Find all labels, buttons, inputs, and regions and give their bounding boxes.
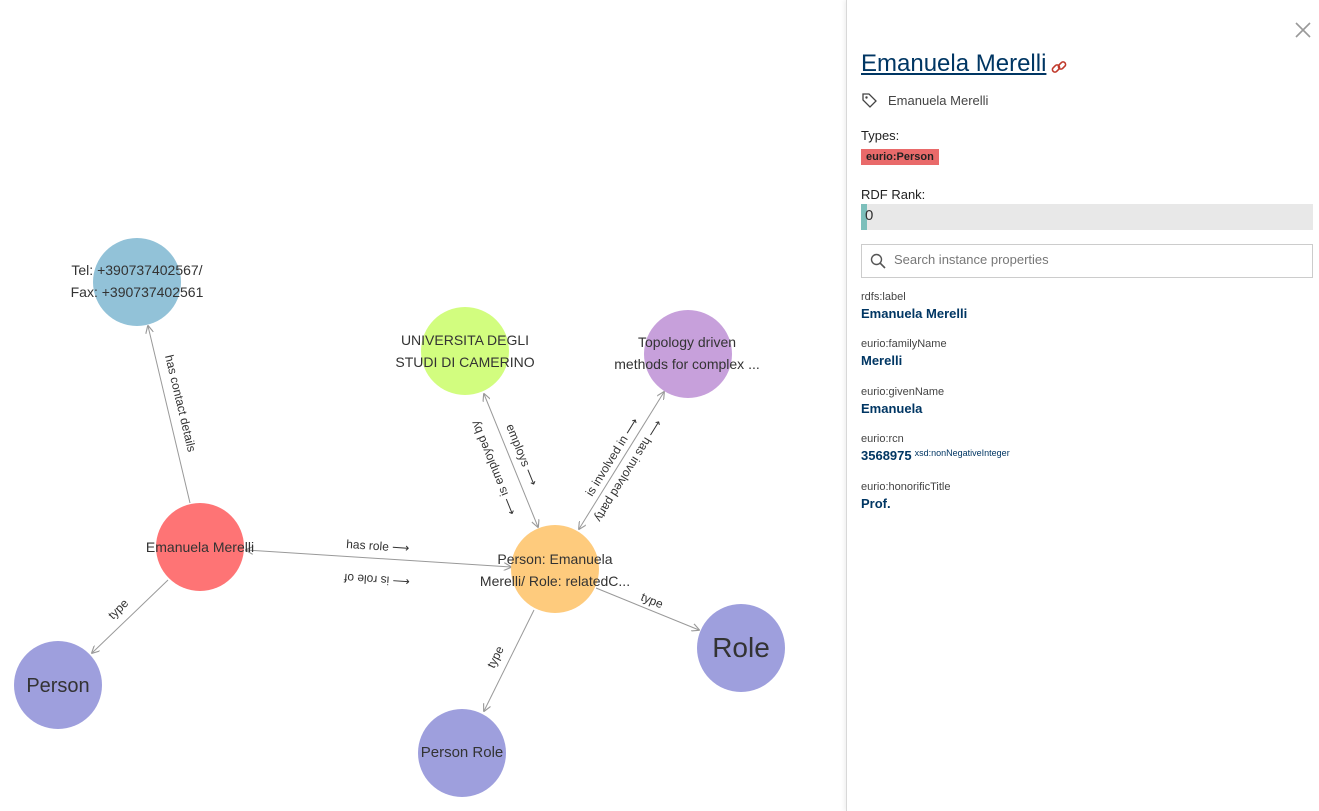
- property-name: rdfs:label: [861, 291, 906, 303]
- edge-is-involved-in[interactable]: [579, 392, 664, 529]
- edge-label-has-contact-details: has contact details: [162, 353, 199, 453]
- property-value-text: Emanuela: [861, 401, 923, 416]
- info-panel: Emanuela Merelli Emanuela Merelli Types:…: [846, 0, 1319, 811]
- node-label-role: Role: [712, 632, 770, 663]
- property-rdfs-label: rdfs:label Emanuela Merelli: [861, 291, 967, 321]
- project-line-1: Topology driven: [637, 334, 737, 350]
- contact-fax: Fax: +390737402561: [70, 284, 204, 300]
- rdf-rank-value: 0: [865, 207, 874, 224]
- person-role-line-1: Person: Emanuela: [497, 551, 613, 567]
- property-value-text: Merelli: [861, 353, 903, 368]
- university-line-2: STUDI DI CAMERINO: [395, 354, 535, 370]
- edge-type-person[interactable]: [92, 579, 169, 653]
- type-badge[interactable]: eurio:Person: [861, 149, 939, 165]
- resource-title-link[interactable]: Emanuela Merelli: [861, 50, 1046, 78]
- contact-tel: Tel: +390737402567/: [71, 262, 203, 278]
- property-value-text: 3568975: [861, 448, 912, 463]
- node-label-person-role-instance: Person: Emanuela Merelli/ Role: relatedC…: [480, 548, 630, 592]
- node-label-contact-details: Tel: +390737402567/ Fax: +390737402561: [71, 259, 204, 303]
- property-value: 3568975 xsd:nonNegativeInteger: [861, 448, 1010, 463]
- graph-svg: has contact details has role ⟶ ⟵ is role…: [14, 238, 785, 797]
- property-name: eurio:familyName: [861, 338, 947, 350]
- node-label-project: Topology driven methods for complex ...: [614, 331, 760, 375]
- property-name: eurio:givenName: [861, 386, 945, 398]
- property-value-text: Emanuela Merelli: [861, 306, 968, 321]
- graph-canvas[interactable]: has contact details has role ⟶ ⟵ is role…: [0, 0, 846, 811]
- node-label-emanuela-merelli: Emanuela Merelli: [145, 539, 255, 555]
- property-honorific-title: eurio:honorificTitle Prof.: [861, 481, 950, 511]
- search-properties-box[interactable]: [861, 244, 1313, 278]
- property-given-name: eurio:givenName Emanuela: [861, 386, 944, 416]
- property-family-name: eurio:familyName Merelli: [861, 338, 947, 368]
- search-icon: [870, 253, 886, 269]
- property-value: Prof.: [861, 496, 950, 511]
- label-row: Emanuela Merelli: [861, 92, 988, 109]
- property-datatype: xsd:nonNegativeInteger: [914, 448, 1010, 458]
- edge-label-type-role: type: [639, 590, 666, 612]
- rdf-rank-bar: 0: [861, 204, 1313, 230]
- property-value: Emanuela: [861, 401, 944, 416]
- property-value-text: Prof.: [861, 496, 891, 511]
- types-heading: Types:: [861, 128, 900, 143]
- property-name: eurio:honorificTitle: [861, 481, 951, 493]
- edge-label-type-person-role: type: [484, 644, 507, 671]
- search-properties-input[interactable]: [892, 251, 1296, 268]
- link-icon[interactable]: [1050, 58, 1068, 76]
- edge-label-has-role: has role ⟶: [346, 537, 410, 555]
- rdf-rank-heading: RDF Rank:: [861, 187, 926, 202]
- property-value: Merelli: [861, 353, 947, 368]
- edge-label-is-role-of: ⟵ is role of: [343, 571, 410, 589]
- node-label-university: UNIVERSITA DEGLI STUDI DI CAMERINO: [395, 329, 534, 373]
- node-label-person: Person: [26, 675, 90, 697]
- property-name: eurio:rcn: [861, 433, 904, 445]
- close-icon[interactable]: [1294, 21, 1312, 39]
- property-value: Emanuela Merelli: [861, 306, 967, 321]
- node-label-person-role: Person Role: [420, 744, 504, 761]
- project-line-2: methods for complex ...: [614, 356, 760, 372]
- property-rcn: eurio:rcn 3568975 xsd:nonNegativeInteger: [861, 433, 1010, 463]
- university-line-1: UNIVERSITA DEGLI: [400, 332, 530, 348]
- label-text: Emanuela Merelli: [888, 93, 989, 108]
- tag-icon: [862, 93, 877, 108]
- person-role-line-2: Merelli/ Role: relatedC...: [479, 573, 631, 589]
- edge-label-type-person: type: [105, 596, 131, 622]
